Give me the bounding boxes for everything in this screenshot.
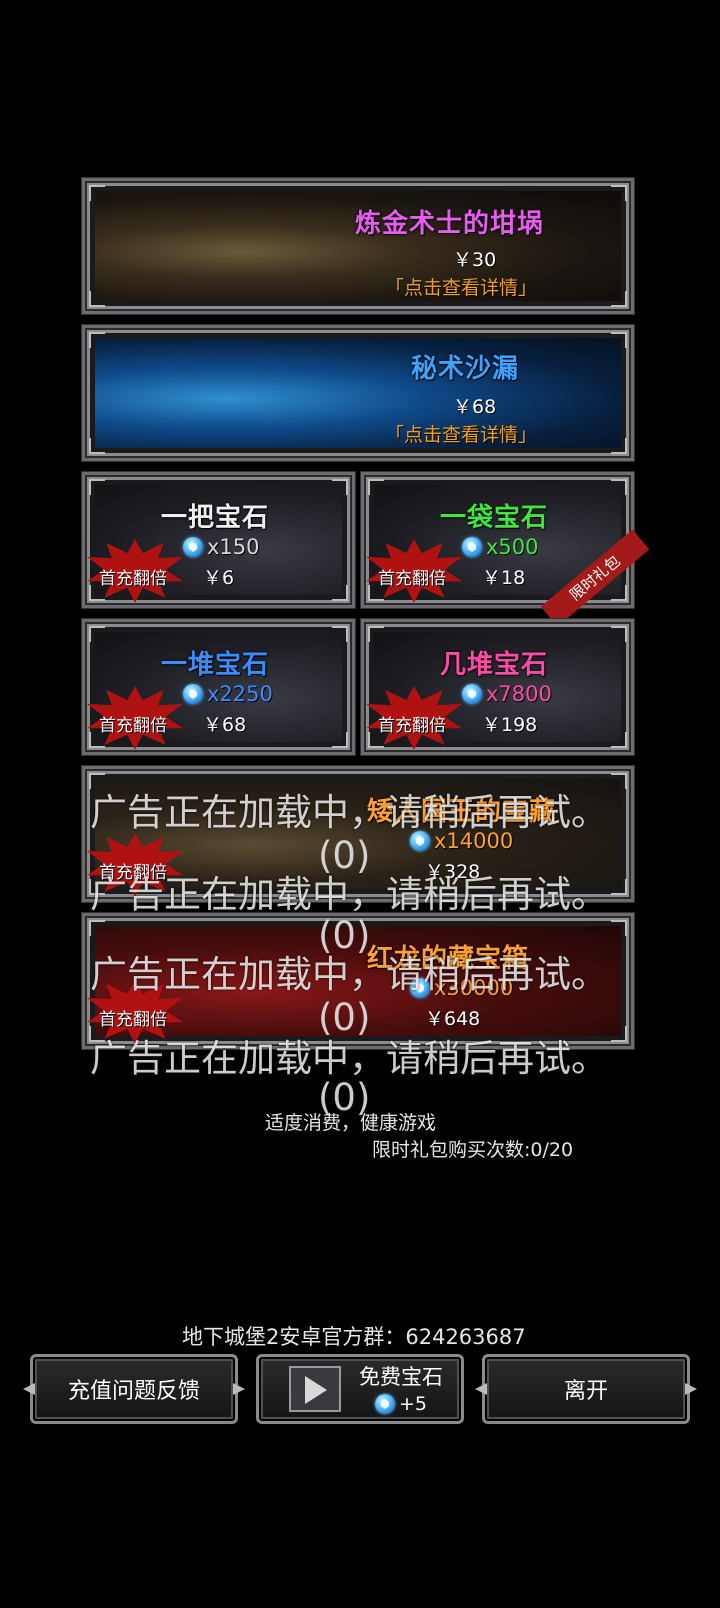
first-charge-double-badge: 首充翻倍 bbox=[99, 863, 167, 883]
gem-amount: x7800 bbox=[462, 682, 552, 706]
gem-amount: x30000 bbox=[410, 976, 513, 1000]
free-gems-text: 免费宝石 +5 bbox=[351, 1361, 451, 1415]
first-charge-double-badge: 首充翻倍 bbox=[378, 569, 446, 589]
gem-amount-value: x7800 bbox=[486, 682, 552, 706]
gem-amount: x2250 bbox=[183, 682, 273, 706]
frame-corner bbox=[89, 479, 105, 495]
gem-pack-price: ￥68 bbox=[203, 714, 247, 736]
frame-corner bbox=[611, 291, 627, 307]
chest-price: ￥328 bbox=[425, 861, 481, 883]
gem-pack-title: 几堆宝石 bbox=[440, 650, 549, 680]
free-gems-amount: +5 bbox=[398, 1393, 427, 1415]
frame-corner bbox=[89, 185, 105, 201]
free-gems-reward: +5 bbox=[351, 1393, 451, 1415]
gem-amount: x500 bbox=[462, 535, 539, 559]
frame-corner bbox=[611, 185, 627, 201]
gem-icon bbox=[410, 831, 430, 851]
gem-amount: x150 bbox=[183, 535, 260, 559]
gem-icon bbox=[462, 684, 482, 704]
gem-amount-value: x30000 bbox=[434, 976, 514, 1000]
first-charge-double-badge: 首充翻倍 bbox=[99, 716, 167, 736]
gem-icon bbox=[462, 537, 482, 557]
gem-pack-price: ￥6 bbox=[203, 567, 235, 589]
offer-hourglass-card[interactable]: 秘术沙漏 ￥68 「点击查看详情」 bbox=[82, 325, 634, 461]
free-gems-label: 免费宝石 bbox=[359, 1365, 443, 1389]
view-details-link[interactable]: 「点击查看详情」 bbox=[385, 420, 537, 447]
frame-corner bbox=[611, 438, 627, 454]
gem-icon bbox=[410, 978, 430, 998]
frame-corner bbox=[332, 732, 348, 748]
chest-title: 矮人国王的宝藏 bbox=[367, 797, 557, 827]
gem-icon bbox=[183, 537, 203, 557]
first-charge-double-badge: 首充翻倍 bbox=[378, 716, 446, 736]
chest-title: 红龙的藏宝箱 bbox=[367, 944, 530, 974]
frame-corner bbox=[89, 773, 105, 789]
offer-price: ￥68 bbox=[453, 396, 497, 418]
frame-corner bbox=[332, 585, 348, 601]
frame-corner bbox=[611, 1026, 627, 1042]
moderate-spending-notice: 适度消费，健康游戏 bbox=[265, 1112, 437, 1134]
limited-pack-purchase-count: 限时礼包购买次数:0/20 bbox=[372, 1139, 574, 1161]
gem-pack-price: ￥198 bbox=[482, 714, 538, 736]
dwarf-treasure-card[interactable]: 矮人国王的宝藏 x14000 首充翻倍 ￥328 bbox=[82, 766, 634, 902]
frame-corner bbox=[368, 626, 384, 642]
gem-pack-card[interactable]: 一堆宝石 x2250 首充翻倍 ￥68 bbox=[82, 619, 355, 755]
first-charge-double-badge: 首充翻倍 bbox=[99, 1010, 167, 1030]
gem-amount-value: x500 bbox=[486, 535, 539, 559]
play-video-icon bbox=[289, 1366, 341, 1412]
frame-corner bbox=[89, 626, 105, 642]
gem-pack-title: 一把宝石 bbox=[161, 503, 270, 533]
gem-amount-value: x150 bbox=[207, 535, 260, 559]
gem-pack-card[interactable]: 一把宝石 x150 首充翻倍 ￥6 bbox=[82, 472, 355, 608]
official-group-info: 地下城堡2安卓官方群：624263687 bbox=[182, 1325, 526, 1349]
gem-pack-title: 一堆宝石 bbox=[161, 650, 270, 680]
first-charge-double-badge: 首充翻倍 bbox=[99, 569, 167, 589]
frame-spike-icon bbox=[23, 1383, 35, 1395]
frame-corner bbox=[611, 879, 627, 895]
offer-title: 秘术沙漏 bbox=[411, 354, 520, 384]
gem-icon bbox=[183, 684, 203, 704]
gem-amount: x14000 bbox=[410, 829, 513, 853]
frame-corner bbox=[89, 291, 105, 307]
gem-pack-card[interactable]: 几堆宝石 x7800 首充翻倍 ￥198 bbox=[361, 619, 634, 755]
frame-corner bbox=[332, 626, 348, 642]
chest-price: ￥648 bbox=[425, 1008, 481, 1030]
frame-spike-icon bbox=[475, 1383, 487, 1395]
hourglass-artwork bbox=[95, 338, 621, 448]
gem-amount-value: x2250 bbox=[207, 682, 273, 706]
gem-pack-price: ￥18 bbox=[482, 567, 526, 589]
recharge-feedback-label: 充值问题反馈 bbox=[67, 1379, 200, 1404]
frame-spike-icon bbox=[233, 1383, 245, 1395]
frame-corner bbox=[89, 332, 105, 348]
frame-corner bbox=[611, 585, 627, 601]
frame-spike-icon bbox=[685, 1383, 697, 1395]
gem-pack-card[interactable]: 一袋宝石 x500 首充翻倍 ￥18 限时礼包 bbox=[361, 472, 650, 627]
offer-price: ￥30 bbox=[453, 249, 497, 271]
offer-title: 炼金术士的坩埚 bbox=[355, 209, 545, 239]
view-details-link[interactable]: 「点击查看详情」 bbox=[385, 273, 537, 300]
leave-label: 离开 bbox=[563, 1379, 608, 1404]
gem-icon bbox=[374, 1394, 395, 1414]
frame-corner bbox=[611, 332, 627, 348]
frame-corner bbox=[611, 626, 627, 642]
frame-corner bbox=[611, 479, 627, 495]
frame-corner bbox=[368, 479, 384, 495]
frame-corner bbox=[89, 438, 105, 454]
gem-amount-value: x14000 bbox=[434, 829, 514, 853]
frame-corner bbox=[611, 773, 627, 789]
recharge-feedback-button[interactable]: 充值问题反馈 bbox=[30, 1354, 245, 1424]
frame-corner bbox=[332, 479, 348, 495]
dragon-chest-card[interactable]: 红龙的藏宝箱 x30000 首充翻倍 ￥648 bbox=[82, 913, 634, 1049]
free-gems-button[interactable]: 免费宝石 +5 bbox=[256, 1354, 464, 1424]
offer-alchemist-card[interactable]: 炼金术士的坩埚 ￥30 「点击查看详情」 bbox=[82, 178, 634, 314]
frame-corner bbox=[611, 732, 627, 748]
leave-button[interactable]: 离开 bbox=[482, 1354, 697, 1424]
gem-pack-title: 一袋宝石 bbox=[440, 503, 549, 533]
frame-corner bbox=[611, 920, 627, 936]
frame-corner bbox=[89, 920, 105, 936]
